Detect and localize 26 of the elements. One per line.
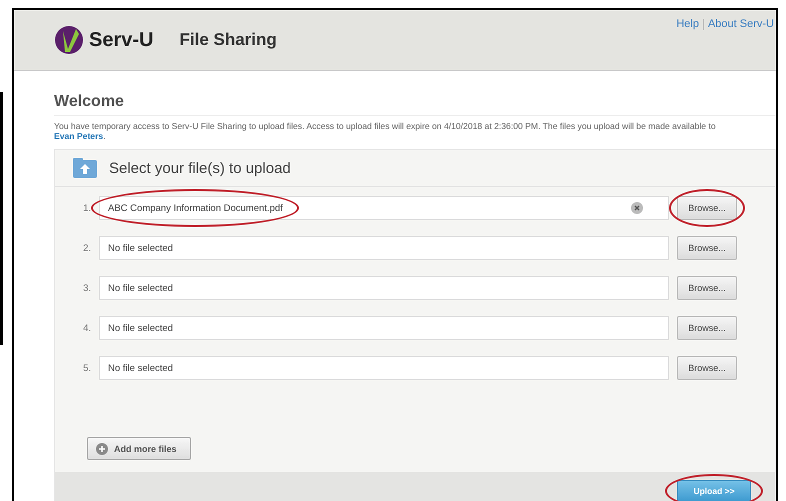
logo-icon bbox=[54, 25, 84, 55]
welcome-message: You have temporary access to Serv-U File Sharing to upload files. Access to upload files will expire on 4/10/2018 at 2:36:00 PM. The files you upload will be made available to Evan Peters. bbox=[54, 121, 717, 141]
browse-button[interactable]: Browse... bbox=[677, 316, 737, 340]
page-title: File Sharing bbox=[179, 30, 277, 50]
file-field[interactable]: No file selected bbox=[99, 276, 669, 300]
row-number: 4. bbox=[82, 322, 92, 334]
browse-button[interactable]: Browse... bbox=[677, 236, 737, 260]
file-field[interactable]: No file selected bbox=[99, 356, 669, 380]
add-files-button[interactable]: Add more files bbox=[87, 437, 191, 460]
plus-icon bbox=[96, 442, 108, 454]
browse-button[interactable]: Browse... bbox=[677, 276, 737, 300]
brand-name: Serv-U bbox=[89, 28, 154, 52]
browse-button[interactable]: Browse... bbox=[677, 356, 737, 380]
file-field[interactable]: No file selected bbox=[99, 236, 669, 260]
row-number: 1. bbox=[82, 202, 92, 214]
file-field[interactable]: ABC Company Information Document.pdf bbox=[99, 196, 669, 220]
file-field[interactable]: No file selected bbox=[99, 316, 669, 340]
welcome-heading: Welcome bbox=[54, 93, 776, 116]
browse-button[interactable]: Browse... bbox=[677, 196, 737, 220]
row-number: 5. bbox=[82, 362, 92, 374]
row-number: 2. bbox=[82, 242, 92, 254]
recipient-link[interactable]: Evan Peters bbox=[54, 131, 104, 141]
clear-icon bbox=[631, 202, 643, 214]
panel-title: Select your file(s) to upload bbox=[109, 160, 291, 176]
row-number: 3. bbox=[82, 282, 92, 294]
folder-upload-icon bbox=[73, 158, 97, 178]
